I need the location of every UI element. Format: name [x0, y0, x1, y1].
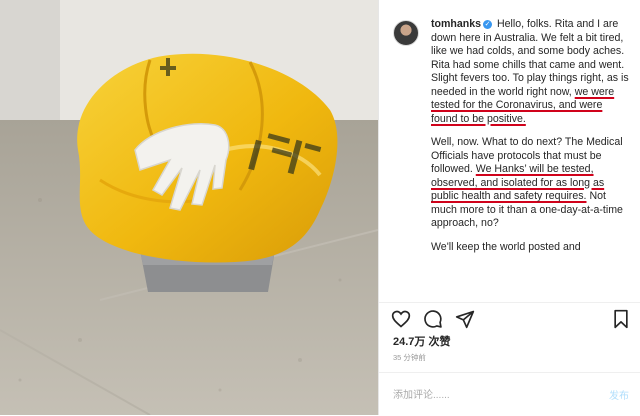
post-caption: tomhanks ✓ Hello, folks. Rita and I are d… [431, 18, 631, 301]
comment-input[interactable] [391, 385, 585, 405]
verified-badge-icon: ✓ [483, 20, 493, 29]
avatar[interactable] [393, 20, 419, 46]
post-comment-button[interactable]: 发布 [609, 387, 629, 402]
comment-box: 发布 [379, 372, 640, 416]
post-side-panel: tomhanks ✓ Hello, folks. Rita and I are d… [378, 0, 640, 415]
action-bar [379, 302, 640, 335]
heart-icon[interactable] [391, 309, 411, 329]
caption-fade [379, 275, 640, 303]
trash-bin-illustration [0, 0, 378, 415]
bookmark-icon[interactable] [611, 309, 631, 329]
post-photo[interactable] [0, 0, 378, 415]
username[interactable]: tomhanks [431, 18, 481, 30]
share-icon[interactable] [455, 309, 475, 329]
caption-text: We'll keep the world posted and [431, 240, 581, 253]
post-timestamp: 35 分钟前 [393, 353, 426, 362]
like-count[interactable]: 24.7万 次赞 [393, 333, 450, 349]
comment-icon[interactable] [423, 309, 443, 329]
